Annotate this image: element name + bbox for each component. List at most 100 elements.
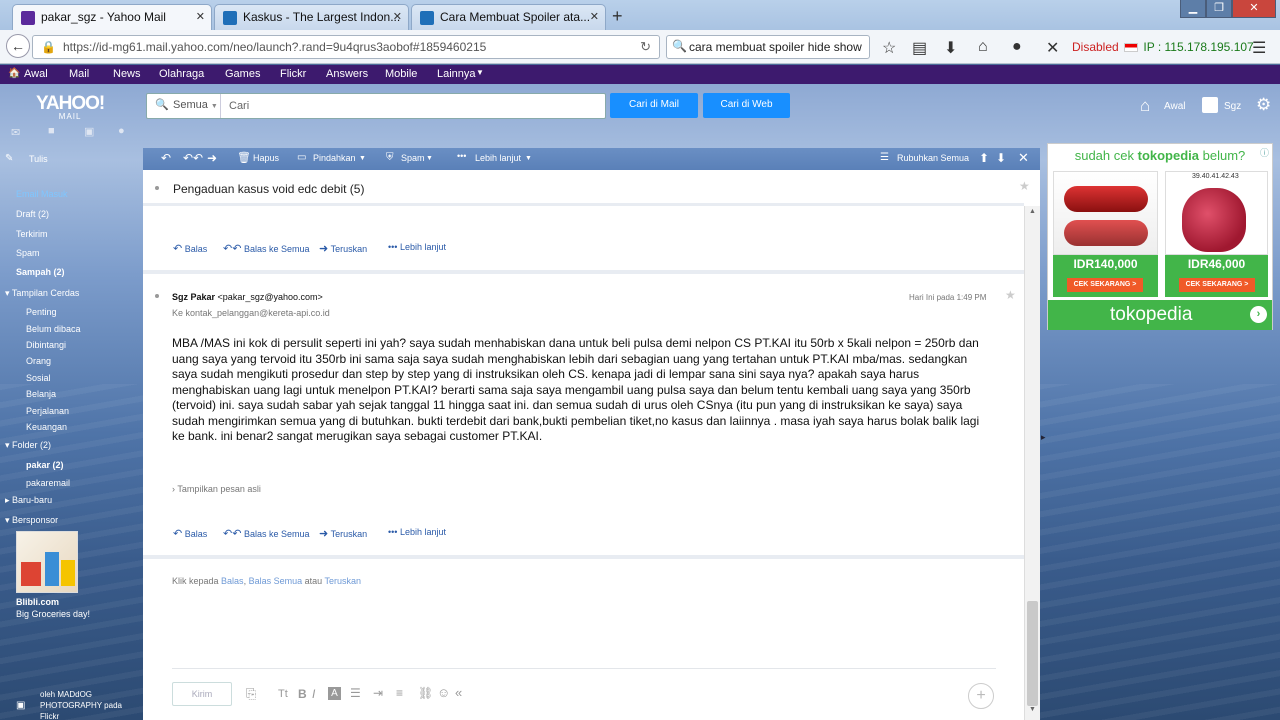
collapse-all-button[interactable]: Rubuhkan Semua <box>897 153 969 163</box>
close-window-button[interactable]: ✕ <box>1232 0 1276 18</box>
spam-button[interactable]: Spam <box>401 153 425 163</box>
user-name[interactable]: Sgz <box>1224 101 1241 112</box>
previous-message-icon[interactable]: ⬆ <box>979 151 989 165</box>
search-input[interactable]: Cari <box>229 100 249 112</box>
italic-icon[interactable]: I <box>312 687 315 701</box>
nav-flickr[interactable]: Flickr <box>280 68 306 80</box>
more-button[interactable]: Lebih lanjut <box>475 153 521 163</box>
reply-icon[interactable]: ↶ <box>161 151 171 165</box>
menu-icon[interactable]: ☰ <box>1252 38 1266 58</box>
reply-all-icon[interactable]: ↶↶ <box>183 151 203 165</box>
folders-header[interactable]: ▾ Folder (2) <box>5 440 51 451</box>
mail-search-bar[interactable]: 🔍 Semua ▼ Cari <box>146 93 606 119</box>
arrow-right-icon[interactable]: › <box>1250 306 1267 323</box>
minimize-button[interactable]: ▁ <box>1180 0 1206 18</box>
recent-header[interactable]: ▸ Baru-baru <box>5 495 52 506</box>
nav-news[interactable]: News <box>113 68 141 80</box>
sponsor-text[interactable]: Big Groceries day! <box>16 609 90 619</box>
close-icon[interactable]: ✕ <box>1018 150 1029 166</box>
scroll-down-icon[interactable]: ▼ <box>1029 706 1036 713</box>
search-scope-select[interactable]: 🔍 Semua ▼ <box>147 94 221 118</box>
delete-button[interactable]: Hapus <box>253 153 279 163</box>
smart-view-item[interactable]: Orang <box>26 356 51 366</box>
gear-icon[interactable]: ⚙ <box>1256 95 1271 115</box>
contacts-icon[interactable]: ■ <box>48 125 55 137</box>
folder-item[interactable]: pakar (2) <box>26 460 64 470</box>
bold-icon[interactable]: B <box>298 687 307 701</box>
sponsor-name[interactable]: Blibli.com <box>16 597 59 607</box>
download-icon[interactable]: ⬇ <box>944 38 957 58</box>
folder-inbox[interactable]: Email Masuk <box>16 189 68 199</box>
proxy-icon[interactable]: ✕ <box>1046 38 1059 58</box>
search-mail-button[interactable]: Cari di Mail <box>610 93 698 118</box>
scrollbar-thumb[interactable] <box>1027 601 1038 706</box>
photo-credit[interactable]: oleh MADdOG PHOTOGRAPHY pada Flickr <box>40 689 140 720</box>
cek-sekarang-button[interactable]: CEK SEKARANG > <box>1179 278 1255 292</box>
nav-olahraga[interactable]: Olahraga <box>159 68 204 80</box>
quick-forward-link[interactable]: Teruskan <box>325 576 362 586</box>
nav-lainnya[interactable]: Lainnya <box>437 68 476 80</box>
bookmarks-list-icon[interactable]: ▤ <box>912 38 927 58</box>
more-link[interactable]: ••• Lebih lanjut <box>388 527 446 537</box>
home-icon[interactable]: ⌂ <box>1140 96 1150 116</box>
folder-trash[interactable]: Sampah (2) <box>16 267 65 277</box>
nav-games[interactable]: Games <box>225 68 260 80</box>
ad-info-icon[interactable]: ⓘ <box>1260 146 1269 159</box>
quick-reply-all-link[interactable]: Balas Semua <box>249 576 303 586</box>
smart-view-item[interactable]: Penting <box>26 307 57 317</box>
tab-kaskus[interactable]: Kaskus - The Largest Indon... ✕ <box>214 4 409 30</box>
move-button[interactable]: Pindahkan <box>313 153 356 163</box>
nav-mail[interactable]: Mail <box>69 68 89 80</box>
bookmark-star-icon[interactable]: ☆ <box>882 38 896 58</box>
reply-link[interactable]: ↶ Balas <box>173 527 207 540</box>
chat-icon[interactable]: ● <box>1012 38 1022 56</box>
forward-link[interactable]: ➜ Teruskan <box>319 242 367 255</box>
tab-spoiler[interactable]: Cara Membuat Spoiler ata... ✕ <box>411 4 606 30</box>
nav-awal[interactable]: Awal <box>24 68 48 80</box>
emoji-icon[interactable]: ☺ <box>437 685 450 700</box>
quick-reply-link[interactable]: Balas <box>221 576 244 586</box>
close-tab-icon[interactable]: ✕ <box>590 10 599 23</box>
home-label[interactable]: Awal <box>1164 101 1186 112</box>
close-tab-icon[interactable]: ✕ <box>196 10 205 23</box>
smart-view-item[interactable]: Sosial <box>26 373 51 383</box>
scrollbar[interactable]: ▲ ▼ <box>1024 206 1040 720</box>
next-message-icon[interactable]: ⬇ <box>996 151 1006 165</box>
link-icon[interactable]: ⛓ <box>418 686 433 700</box>
forward-icon[interactable]: ➜ <box>207 151 217 165</box>
bullet-list-icon[interactable]: ☰ <box>350 686 361 700</box>
smart-view-item[interactable]: Dibintangi <box>26 340 66 350</box>
compose-button[interactable]: Tulis <box>29 154 48 164</box>
tokopedia-ad[interactable]: sudah cek tokopedia belum? ⓘ 39.40.41.42… <box>1047 143 1273 330</box>
scroll-up-icon[interactable]: ▲ <box>1029 208 1036 215</box>
back-button[interactable]: ← <box>6 34 30 58</box>
yahoo-mail-logo[interactable]: YAHOO! MAIL <box>36 93 105 121</box>
send-button[interactable]: Kirim <box>172 682 232 706</box>
folder-item[interactable]: pakaremail <box>26 478 70 488</box>
sender[interactable]: Sgz Pakar <pakar_sgz@yahoo.com> <box>172 292 323 302</box>
tab-yahoo-mail[interactable]: pakar_sgz - Yahoo Mail ✕ <box>12 4 212 30</box>
cek-sekarang-button[interactable]: CEK SEKARANG > <box>1067 278 1143 292</box>
align-icon[interactable]: ≡ <box>396 686 403 700</box>
font-icon[interactable]: Tt <box>278 688 288 700</box>
folder-drafts[interactable]: Draft (2) <box>16 209 49 219</box>
indent-icon[interactable]: ⇥ <box>373 686 383 700</box>
reply-all-link[interactable]: ↶↶ Balas ke Semua <box>223 242 310 255</box>
smart-view-item[interactable]: Belanja <box>26 389 56 399</box>
star-icon[interactable]: ★ <box>1005 288 1016 302</box>
text-color-icon[interactable]: A <box>328 687 341 700</box>
smart-views-header[interactable]: ▾ Tampilan Cerdas <box>5 288 79 299</box>
more-link[interactable]: ••• Lebih lanjut <box>388 242 446 252</box>
reply-link[interactable]: ↶ Balas <box>173 242 207 255</box>
new-tab-button[interactable]: + <box>612 6 623 27</box>
smart-view-item[interactable]: Perjalanan <box>26 406 69 416</box>
search-web-button[interactable]: Cari di Web <box>703 93 790 118</box>
home-icon[interactable]: ⌂ <box>978 38 988 56</box>
smart-view-item[interactable]: Keuangan <box>26 422 67 432</box>
collapse-toolbar-icon[interactable]: « <box>455 685 462 700</box>
calendar-icon[interactable]: ▣ <box>84 125 94 138</box>
close-tab-icon[interactable]: ✕ <box>393 10 402 23</box>
expand-panel-icon[interactable]: ▸ <box>1041 432 1046 443</box>
show-original-link[interactable]: › Tampilkan pesan asli <box>172 484 261 494</box>
add-icon[interactable]: + <box>968 683 994 709</box>
